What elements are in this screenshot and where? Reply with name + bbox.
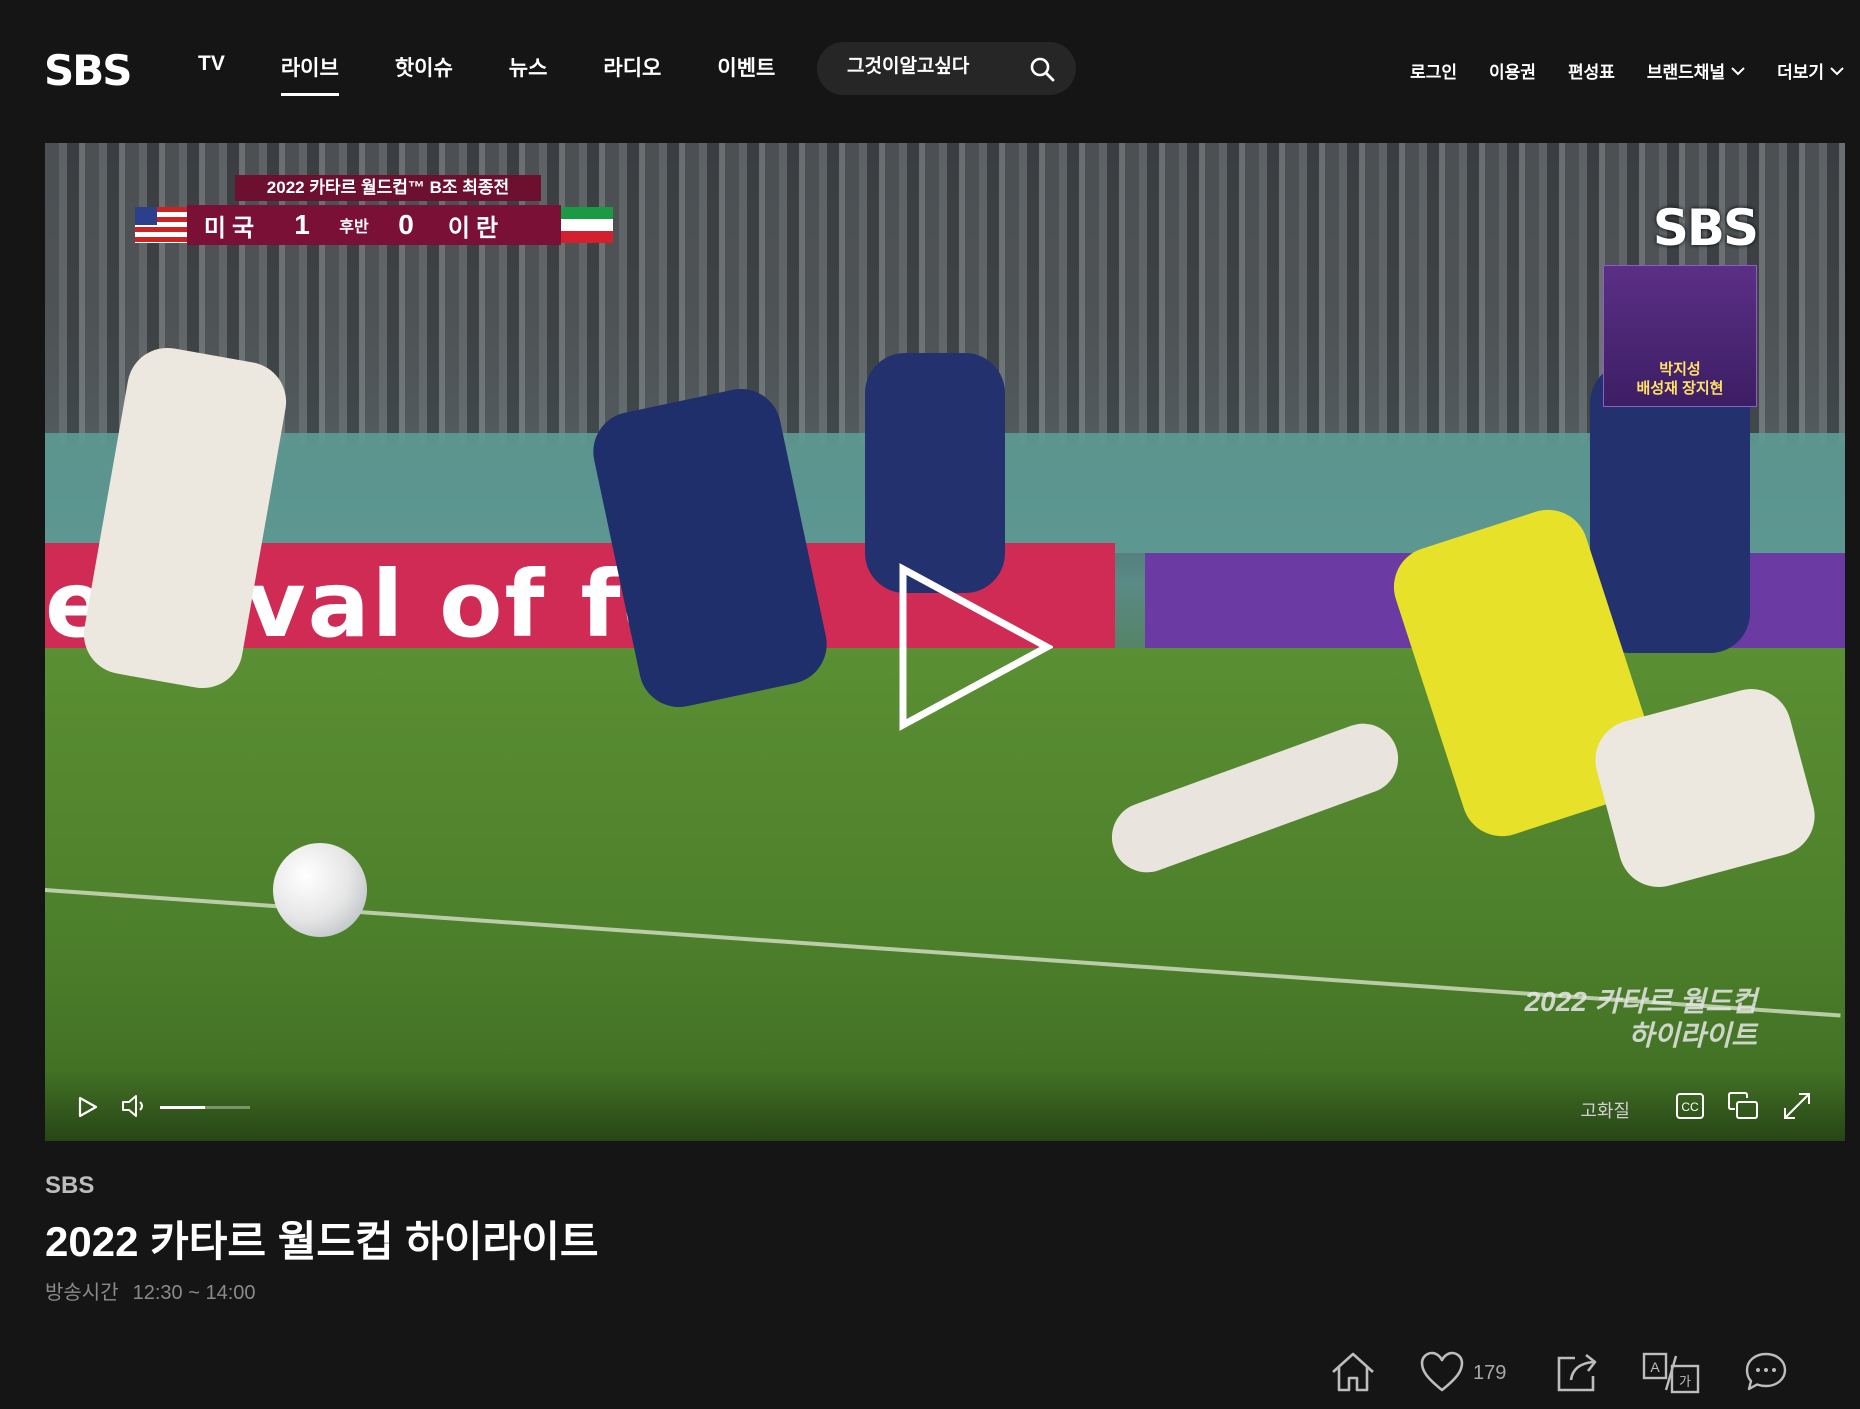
channel-name[interactable]: SBS (45, 1172, 94, 1200)
play-icon[interactable] (77, 1095, 99, 1119)
commentators-panel: 박지성 배성재 장지현 (1603, 265, 1757, 407)
home-icon[interactable] (1329, 1350, 1377, 1394)
nav-tv[interactable]: TV (198, 52, 225, 96)
scoreboard: 2022 카타르 월드컵™ B조 최종전 미국 1 후반 0 이란 (135, 175, 613, 245)
nav-live[interactable]: 라이브 (280, 52, 339, 96)
airtime-label: 방송시간 (45, 1282, 119, 1304)
fullscreen-icon[interactable] (1781, 1091, 1813, 1121)
chevron-down-icon (1830, 66, 1844, 75)
soccer-ball (273, 843, 367, 937)
watermark-line: 2022 카타르 월드컵 (1524, 986, 1757, 1017)
brand-channel-label: 브랜드채널 (1646, 63, 1726, 82)
search-box (817, 42, 1076, 95)
player-controls: 고화질 CC (45, 1071, 1845, 1141)
schedule-link[interactable]: 편성표 (1568, 58, 1615, 83)
scoreboard-title: 2022 카타르 월드컵™ B조 최종전 (235, 175, 541, 201)
volume-level (160, 1106, 205, 1109)
nav-radio[interactable]: 라디오 (603, 52, 661, 96)
program-title: 2022 카타르 월드컵 하이라이트 (45, 1218, 599, 1265)
brand-channel-dropdown[interactable]: 브랜드채널 (1647, 58, 1745, 83)
broadcaster-logo: SBS (1652, 199, 1759, 257)
login-link[interactable]: 로그인 (1410, 58, 1457, 83)
svg-text:CC: CC (1681, 1100, 1699, 1114)
chevron-down-icon (1731, 66, 1745, 75)
search-input[interactable] (847, 56, 1027, 78)
svg-text:가: 가 (1679, 1375, 1691, 1390)
airtime: 방송시간 12:30 ~ 14:00 (45, 1276, 270, 1305)
header: SBS TV 라이브 핫이슈 뉴스 라디오 이벤트 로그인 이용권 편성표 브랜… (0, 0, 1860, 140)
utility-nav: 로그인 이용권 편성표 브랜드채널 더보기 (1378, 58, 1844, 83)
team-right: 이란 (447, 214, 505, 242)
more-label: 더보기 (1777, 63, 1824, 82)
iran-flag-icon (561, 207, 613, 243)
airtime-value: 12:30 ~ 14:00 (132, 1282, 256, 1304)
player-figure (865, 353, 1005, 593)
video-player[interactable]: estival of fo 2022 카타르 월드컵™ B조 최종전 미국 1 … (45, 143, 1845, 1141)
translate-icon[interactable]: A 가 (1642, 1350, 1702, 1394)
search-icon (1030, 57, 1055, 82)
nav-news[interactable]: 뉴스 (509, 52, 548, 96)
more-dropdown[interactable]: 더보기 (1777, 58, 1844, 83)
nav-hot-issue[interactable]: 핫이슈 (395, 52, 453, 96)
schedule-label: 편성표 (1567, 63, 1615, 82)
comment-icon[interactable] (1743, 1350, 1789, 1394)
match-period: 후반 (339, 219, 369, 236)
usa-flag-icon (135, 207, 187, 243)
caster-name: 배성재 장지현 (1636, 380, 1724, 397)
picture-in-picture-icon[interactable] (1727, 1091, 1759, 1121)
quality-selector[interactable]: 고화질 (1580, 1097, 1630, 1123)
play-icon[interactable] (897, 563, 1053, 731)
highlight-watermark: 2022 카타르 월드컵 하이라이트 (1525, 985, 1757, 1053)
watermark-line: 하이라이트 (1628, 1020, 1757, 1051)
svg-text:A: A (1650, 1359, 1660, 1375)
heart-icon[interactable] (1419, 1350, 1465, 1394)
like-count: 179 (1473, 1362, 1507, 1384)
pass-label: 이용권 (1489, 63, 1536, 82)
caster-name: 박지성 (1659, 361, 1701, 378)
search-button[interactable] (1028, 55, 1056, 83)
sbs-logo[interactable]: SBS (44, 46, 133, 95)
main-nav: TV 라이브 핫이슈 뉴스 라디오 이벤트 (198, 52, 831, 96)
team-left: 미국 (203, 214, 261, 242)
volume-slider[interactable] (160, 1106, 250, 1109)
pass-link[interactable]: 이용권 (1489, 58, 1536, 83)
score-right: 0 (398, 209, 414, 240)
closed-caption-icon[interactable]: CC (1675, 1091, 1705, 1121)
nav-event[interactable]: 이벤트 (717, 52, 775, 96)
score-left: 1 (294, 209, 310, 240)
share-icon[interactable] (1553, 1350, 1603, 1394)
login-label: 로그인 (1410, 63, 1458, 82)
volume-icon[interactable] (120, 1093, 148, 1119)
